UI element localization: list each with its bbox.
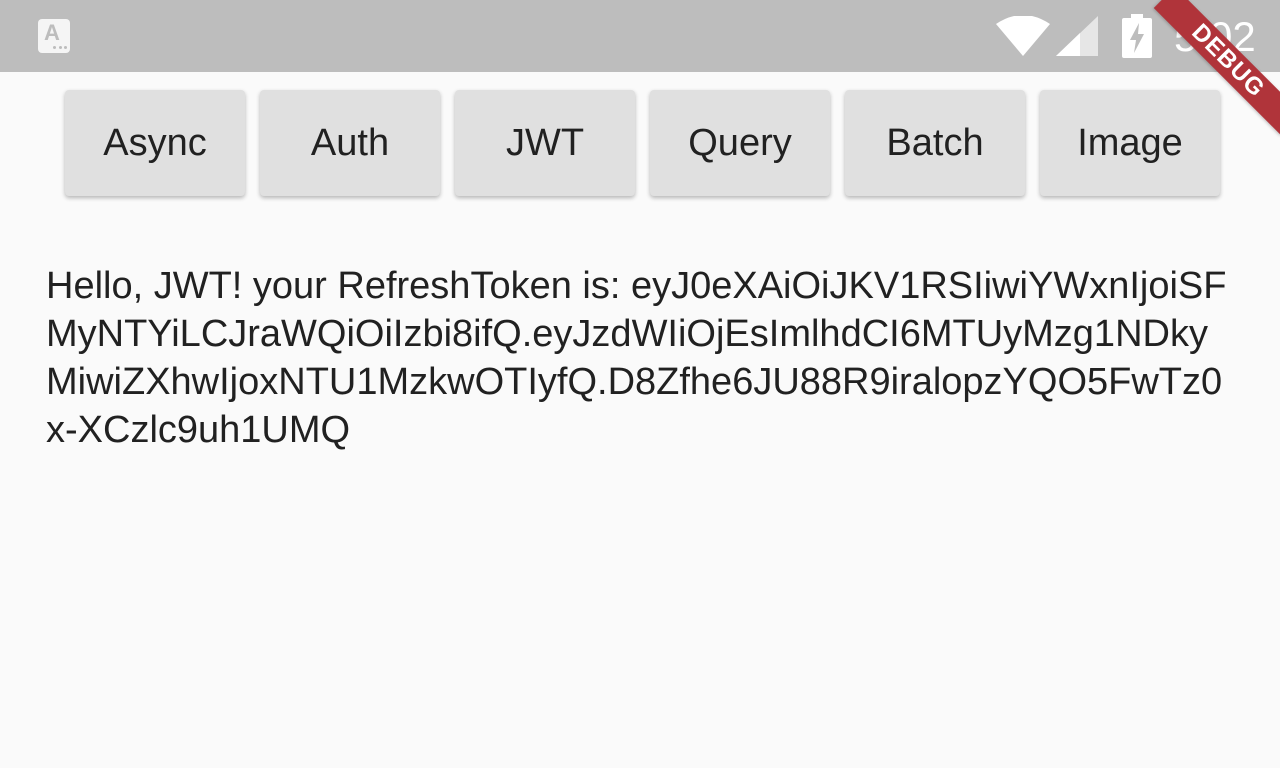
image-button[interactable]: Image	[1040, 90, 1220, 196]
app-indicator-letter: A	[44, 20, 60, 45]
query-button[interactable]: Query	[650, 90, 830, 196]
auth-button[interactable]: Auth	[260, 90, 440, 196]
app-notification-icon: A	[38, 19, 70, 53]
jwt-button[interactable]: JWT	[455, 90, 635, 196]
batch-button[interactable]: Batch	[845, 90, 1025, 196]
status-bar: A 5:02	[0, 0, 1280, 72]
cell-signal-icon	[1056, 16, 1098, 56]
button-row: Async Auth JWT Query Batch Image	[65, 90, 1220, 196]
result-message: Hello, JWT! your RefreshToken is: eyJ0eX…	[46, 262, 1236, 454]
async-button[interactable]: Async	[65, 90, 245, 196]
result-greeting: Hello, JWT! your RefreshToken is:	[46, 265, 621, 307]
wifi-icon	[996, 16, 1050, 56]
battery-charging-icon	[1122, 14, 1152, 58]
